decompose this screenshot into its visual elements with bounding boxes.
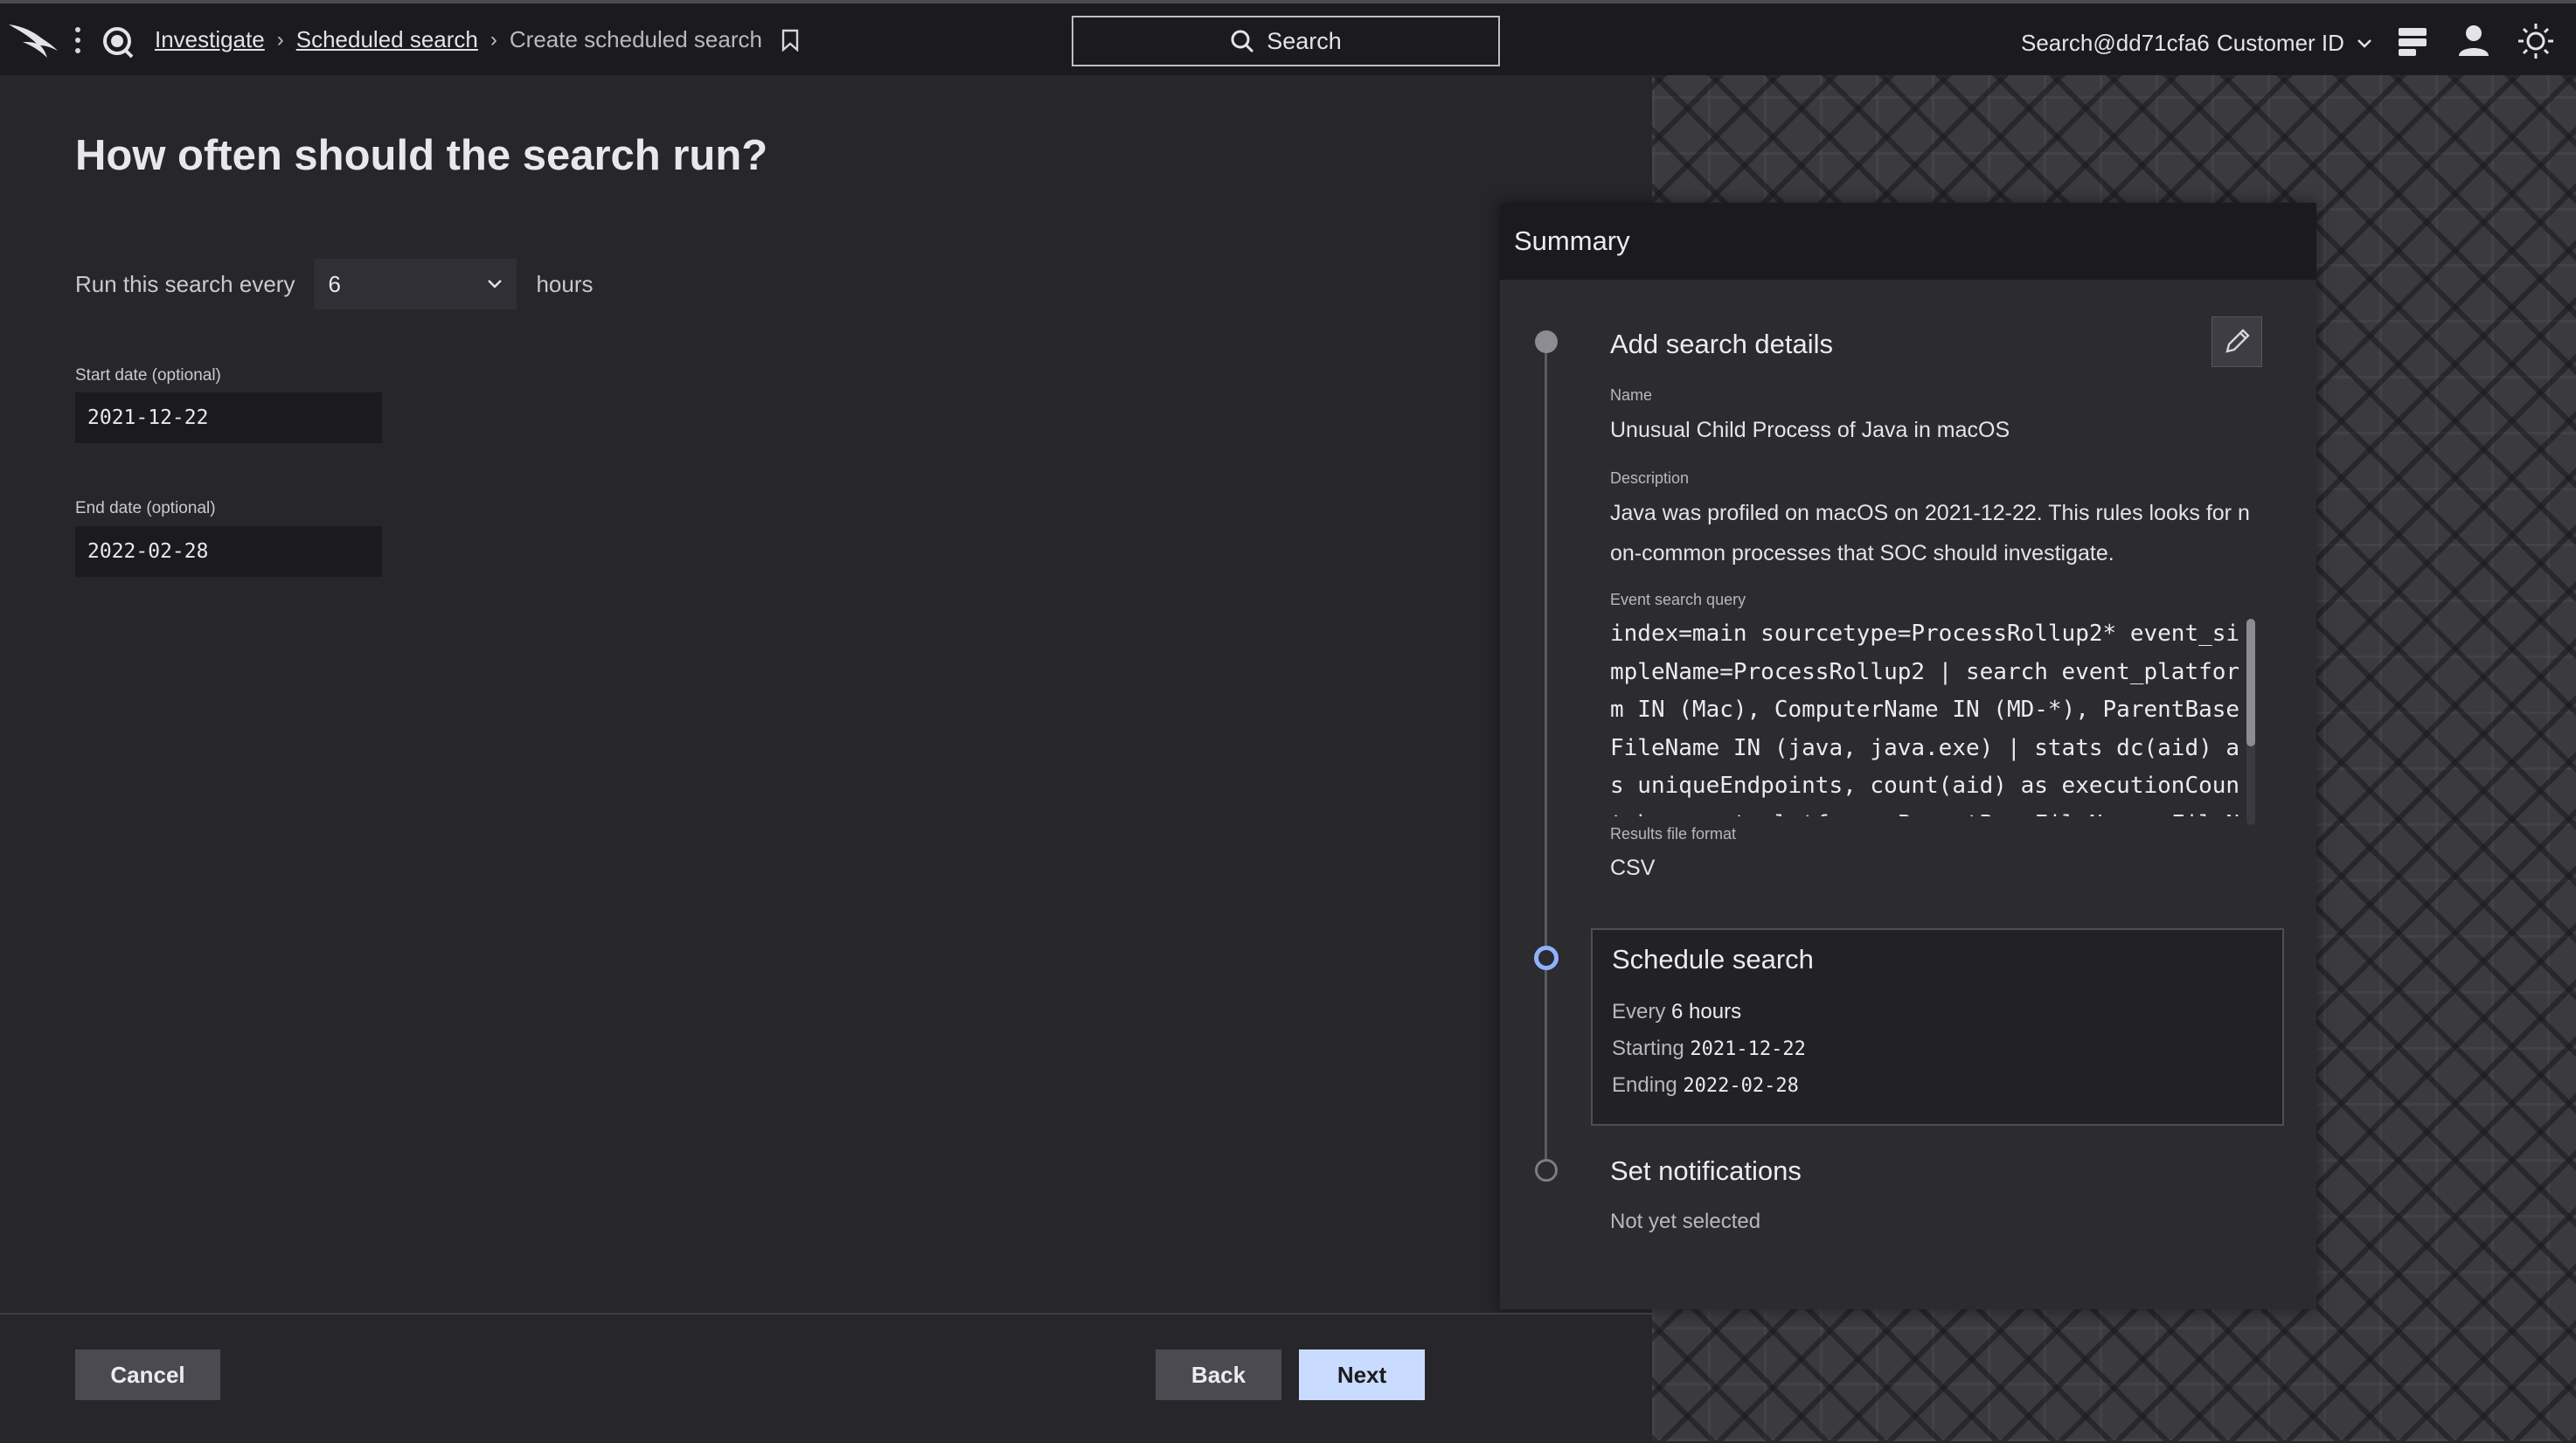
format-value: CSV (1610, 856, 1656, 880)
name-label: Name (1610, 386, 1653, 404)
start-date-label: Start date (optional) (75, 366, 221, 385)
frequency-value: 6 (328, 270, 341, 297)
step-complete-icon (1535, 330, 1558, 353)
schedule-every: Every 6 hours (1612, 1000, 1741, 1024)
cancel-button[interactable]: Cancel (75, 1349, 220, 1400)
theme-sun-icon[interactable] (2517, 23, 2554, 59)
account-name[interactable]: Search@dd71cfa6 (2021, 30, 2210, 57)
summary-panel: Summary Add search details Name Unusual … (1500, 203, 2316, 1309)
customer-id-label: Customer ID (2217, 30, 2344, 56)
step-title-details: Add search details (1610, 329, 1834, 359)
top-bar: Investigate › Scheduled search › Create … (0, 0, 2576, 75)
step-pending-icon (1535, 1159, 1558, 1182)
step-current-icon (1534, 946, 1559, 970)
schedule-every-label: Every (1612, 1000, 1666, 1023)
notifications-status: Not yet selected (1610, 1210, 1761, 1233)
format-label: Results file format (1610, 825, 1737, 843)
schedule-starting-value: 2021-12-22 (1690, 1038, 1806, 1060)
global-search-button[interactable]: Search (1072, 16, 1500, 66)
query-scrollbar[interactable] (2246, 619, 2255, 825)
edit-details-button[interactable] (2211, 316, 2262, 367)
investigate-app-icon[interactable] (100, 24, 135, 59)
breadcrumb-investigate[interactable]: Investigate (155, 26, 265, 53)
summary-title: Summary (1514, 225, 1630, 256)
frequency-row: Run this search every 6 hours (75, 259, 594, 309)
description-value: Java was profiled on macOS on 2021-12-22… (1610, 501, 2250, 565)
pencil-icon (2225, 329, 2250, 353)
page-title: How often should the search run? (75, 132, 768, 179)
falcon-logo-icon[interactable] (7, 16, 59, 59)
schedule-ending-label: Ending (1612, 1073, 1677, 1097)
schedule-summary-card: Schedule search Every 6 hours Starting 2… (1591, 928, 2284, 1126)
step-timeline (1545, 343, 1547, 1177)
customer-id-dropdown[interactable]: Customer ID (2217, 30, 2372, 57)
schedule-starting-label: Starting (1612, 1037, 1684, 1060)
chevron-right-icon: › (276, 27, 284, 52)
bookmark-icon[interactable] (781, 29, 799, 52)
step-title-notifications: Set notifications (1610, 1155, 1802, 1186)
frequency-select[interactable]: 6 (314, 259, 517, 309)
message-center-icon[interactable] (2397, 26, 2428, 58)
chevron-right-icon: › (490, 27, 497, 52)
end-date-label: End date (optional) (75, 499, 216, 517)
start-date-field[interactable]: 2021-12-22 (75, 392, 382, 443)
user-icon[interactable] (2456, 23, 2491, 58)
end-date-field[interactable]: 2022-02-28 (75, 526, 382, 577)
schedule-every-value: 6 hours (1671, 1000, 1742, 1023)
breadcrumb: Investigate › Scheduled search › Create … (155, 26, 799, 53)
schedule-ending: Ending 2022-02-28 (1612, 1073, 1799, 1098)
name-value: Unusual Child Process of Java in macOS (1610, 418, 2010, 442)
search-label: Search (1267, 27, 1342, 54)
chevron-down-icon (2357, 38, 2371, 48)
more-vert-icon[interactable] (73, 24, 82, 56)
next-button[interactable]: Next (1299, 1349, 1425, 1400)
query-label: Event search query (1610, 591, 1746, 608)
end-date-value: 2022-02-28 (87, 540, 209, 563)
schedule-starting: Starting 2021-12-22 (1612, 1037, 1806, 1061)
schedule-ending-value: 2022-02-28 (1683, 1075, 1799, 1097)
frequency-label: Run this search every (75, 270, 295, 297)
frequency-unit: hours (536, 270, 594, 297)
description-label: Description (1610, 469, 1690, 487)
breadcrumb-scheduled-search[interactable]: Scheduled search (296, 26, 478, 53)
step-title-schedule: Schedule search (1612, 944, 1814, 975)
chevron-down-icon (488, 280, 503, 288)
back-button[interactable]: Back (1156, 1349, 1281, 1400)
summary-header: Summary (1500, 203, 2316, 280)
query-value: index=main sourcetype=ProcessRollup2* ev… (1610, 621, 2240, 816)
breadcrumb-current: Create scheduled search (509, 26, 762, 52)
start-date-value: 2021-12-22 (87, 406, 209, 429)
search-icon (1231, 30, 1254, 53)
